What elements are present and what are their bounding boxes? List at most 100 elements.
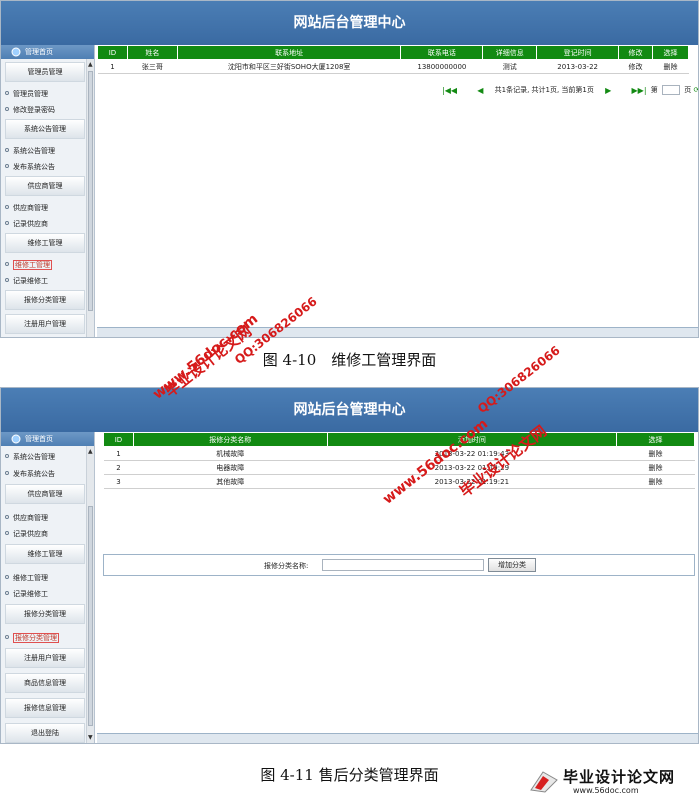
cell-category-name: 机械故障	[133, 446, 328, 461]
cell-phone: 13800000000	[400, 59, 483, 74]
repair-category-table: ID 报修分类名称 添加时间 选择 1 机械故障 2013-03-22 01:1…	[103, 432, 695, 489]
delete-link[interactable]: 删除	[652, 59, 689, 74]
sidebar-home-label: 管理首页	[25, 435, 53, 443]
sidebar-group-supplier[interactable]: 供应商管理	[5, 484, 85, 504]
sidebar-group-notice[interactable]: 系统公告管理	[5, 119, 85, 139]
cell-category-name: 其他故障	[133, 474, 328, 489]
table-header-row: ID 报修分类名称 添加时间 选择	[103, 432, 695, 447]
sidebar-group-repair-category[interactable]: 报修分类管理	[5, 604, 85, 624]
pager-go-suffix: 页	[684, 86, 692, 94]
sidebar-group-products[interactable]: 商品信息管理	[5, 673, 85, 693]
bullet-icon	[5, 278, 9, 282]
bullet-icon	[5, 575, 9, 579]
sidebar-group-logout[interactable]: 退出登陆	[5, 723, 85, 743]
sidebar: 管理首页 ▲ 管理员管理 管理员管理 修改登录密码 系统公告管理 系统公告管理 …	[1, 45, 95, 337]
cell-id: 2	[103, 460, 134, 475]
next-page-icon[interactable]: ▶	[605, 86, 611, 95]
table-row: 3 其他故障 2013-03-22 01:19:21 删除	[103, 474, 695, 489]
sidebar-item-add-worker[interactable]: 记录维修工	[5, 589, 48, 599]
delete-link[interactable]: 删除	[616, 446, 695, 461]
table-row: 1 机械故障 2013-03-22 01:19:43 删除	[103, 446, 695, 461]
sidebar-group-users[interactable]: 注册用户管理	[5, 648, 85, 668]
col-id: ID	[97, 45, 128, 60]
sidebar-home-label: 管理首页	[25, 48, 53, 56]
go-page-icon[interactable]: ⟳	[693, 86, 698, 94]
add-category-form: 报修分类名称: 增加分类	[103, 554, 695, 576]
sidebar-group-repair-category[interactable]: 报修分类管理	[5, 290, 85, 310]
bullet-icon	[5, 107, 9, 111]
col-select: 选择	[616, 432, 695, 447]
sidebar-item-publish-notice[interactable]: 发布系统公告	[5, 469, 55, 479]
logo-icon	[530, 771, 558, 793]
col-id: ID	[103, 432, 134, 447]
sidebar-item-change-password[interactable]: 修改登录密码	[5, 105, 55, 115]
category-name-label: 报修分类名称:	[264, 562, 309, 570]
cell-added-time: 2013-03-22 01:19:21	[327, 474, 617, 489]
edit-link[interactable]: 修改	[618, 59, 653, 74]
sidebar-home[interactable]: 管理首页	[1, 432, 94, 446]
bullet-icon	[5, 591, 9, 595]
sidebar-group-worker[interactable]: 维修工管理	[5, 233, 85, 253]
col-phone: 联系电话	[400, 45, 484, 60]
detail-link[interactable]: 测试	[482, 59, 537, 74]
sidebar-item-repair-category[interactable]: 报修分类管理	[5, 633, 59, 643]
sidebar-item-supplier[interactable]: 供应商管理	[5, 203, 48, 213]
add-category-button[interactable]: 增加分类	[488, 558, 536, 572]
figure-caption-4-10: 图 4-10 维修工管理界面	[262, 351, 437, 369]
col-select: 选择	[652, 45, 689, 60]
sidebar-item-add-supplier[interactable]: 记录供应商	[5, 219, 48, 229]
cell-id: 1	[97, 59, 128, 74]
delete-link[interactable]: 删除	[616, 460, 695, 475]
cell-category-name: 电器故障	[133, 460, 328, 475]
sidebar-item-supplier[interactable]: 供应商管理	[5, 513, 48, 523]
scroll-up-icon[interactable]: ▲	[88, 448, 93, 455]
sidebar-scrollbar[interactable]: ▲ ▼	[86, 446, 94, 743]
home-icon	[11, 434, 21, 444]
sidebar-item-admin[interactable]: 管理员管理	[5, 89, 48, 99]
app-header: 网站后台管理中心	[1, 1, 698, 45]
sidebar-group-repair-info[interactable]: 报修信息管理	[5, 698, 85, 718]
pager: |◀◀ ◀ 共1条记录, 共计1页, 当前第1页 ▶ ▶▶| 第 页 ⟳	[433, 85, 698, 95]
sidebar-group-worker[interactable]: 维修工管理	[5, 544, 85, 564]
bullet-icon	[5, 262, 9, 266]
screenshot-repair-worker-management: 网站后台管理中心 管理首页 ▲ 管理员管理 管理员管理 修改登录密码 系统公告管…	[0, 0, 699, 338]
sidebar: 管理首页 ▲ ▼ 系统公告管理 发布系统公告 供应商管理 供应商管理 记录供应商…	[1, 432, 95, 743]
sidebar-item-add-supplier[interactable]: 记录供应商	[5, 529, 48, 539]
page-number-input[interactable]	[661, 85, 680, 95]
scroll-thumb[interactable]	[88, 71, 93, 311]
prev-page-icon[interactable]: ◀	[477, 86, 483, 95]
sidebar-home[interactable]: 管理首页	[1, 45, 94, 59]
app-header: 网站后台管理中心	[1, 388, 698, 432]
scroll-up-icon[interactable]: ▲	[88, 61, 93, 68]
sidebar-group-users[interactable]: 注册用户管理	[5, 314, 85, 334]
sidebar-group-admin[interactable]: 管理员管理	[5, 62, 85, 82]
category-name-input[interactable]	[322, 559, 484, 571]
sidebar-scrollbar[interactable]: ▲	[86, 59, 94, 337]
bullet-icon	[5, 148, 9, 152]
sidebar-item-worker[interactable]: 维修工管理	[5, 573, 48, 583]
delete-link[interactable]: 删除	[616, 474, 695, 489]
cell-name: 张三哥	[127, 59, 178, 74]
col-detail: 详细信息	[482, 45, 538, 60]
scroll-thumb[interactable]	[88, 506, 93, 726]
sidebar-item-publish-notice[interactable]: 发布系统公告	[5, 162, 55, 172]
table-row: 2 电器故障 2013-03-22 01:19:29 删除	[103, 460, 695, 475]
screenshot-repair-category-management: 网站后台管理中心 管理首页 ▲ ▼ 系统公告管理 发布系统公告 供应商管理 供应…	[0, 387, 699, 744]
col-address: 联系地址	[176, 45, 402, 60]
col-category-name: 报修分类名称	[132, 432, 328, 447]
first-page-icon[interactable]: |◀◀	[442, 86, 457, 95]
sidebar-item-add-worker[interactable]: 记录维修工	[5, 276, 48, 286]
sidebar-group-supplier[interactable]: 供应商管理	[5, 176, 85, 196]
bullet-icon	[5, 635, 9, 639]
pager-go-prefix: 第	[650, 86, 658, 94]
bullet-icon	[5, 164, 9, 168]
bullet-icon	[5, 205, 9, 209]
col-name: 姓名	[126, 45, 178, 60]
last-page-icon[interactable]: ▶▶|	[632, 86, 647, 95]
cell-address: 沈阳市和平区三好街SOHO大厦1208室	[177, 59, 401, 74]
sidebar-item-notice[interactable]: 系统公告管理	[5, 146, 55, 156]
scroll-down-icon[interactable]: ▼	[88, 734, 93, 741]
logo-title: 毕业设计论文网	[563, 768, 676, 786]
sidebar-item-notice[interactable]: 系统公告管理	[5, 452, 55, 462]
sidebar-item-worker[interactable]: 维修工管理	[5, 260, 52, 270]
